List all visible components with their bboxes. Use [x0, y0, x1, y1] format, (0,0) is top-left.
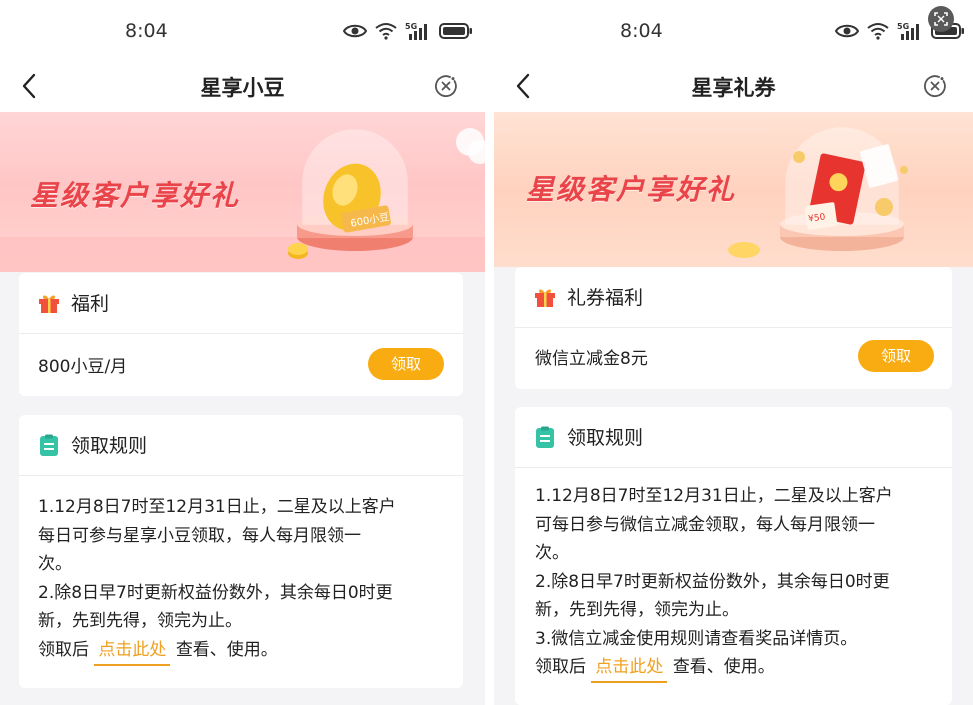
expand-icon: [934, 12, 948, 26]
benefit-card: 福利 800小豆/月 领取: [19, 273, 463, 396]
rules-card-title: 领取规则: [567, 427, 644, 449]
wifi-icon: [867, 23, 889, 40]
banner-headline: 星级客户享好礼: [526, 173, 737, 206]
claim-button[interactable]: 领取: [368, 348, 444, 380]
close-button[interactable]: [434, 74, 458, 98]
status-bar: 8:04 5G: [494, 0, 973, 62]
rule-line: 次。: [38, 554, 72, 574]
clipboard-icon: [40, 434, 58, 456]
screen-divider: [485, 0, 494, 705]
rule-line: 3.微信立减金使用规则请查看奖品详情页。: [535, 628, 858, 649]
page-title: 星享小豆: [200, 76, 285, 100]
rule-line: 可每日参与微信立减金领取，每人每月限领一: [535, 514, 875, 535]
page-title: 星享礼券: [691, 76, 776, 100]
rule-suffix: 查看、使用。: [175, 639, 278, 660]
rules-text: 1.12月8日7时至12月31日止，二星及以上客户 每日可参与星享小豆领取，每人…: [38, 493, 453, 666]
rule-line: 1.12月8日7时至12月31日止，二星及以上客户: [535, 486, 893, 506]
benefit-card-header: 礼券福利: [515, 267, 952, 328]
promo-banner: 600小豆 星级客户享好礼: [0, 112, 485, 272]
view-link[interactable]: 点击此处: [94, 639, 171, 666]
benefit-card-title: 礼券福利: [567, 287, 644, 309]
gift-icon: [535, 289, 555, 307]
promo-banner: ¥50 星级客户享好礼: [494, 112, 973, 267]
screenshot-toggle-button[interactable]: [928, 6, 954, 32]
rule-prefix: 领取后: [38, 639, 89, 660]
eye-icon: [343, 24, 367, 38]
gift-icon: [39, 295, 59, 313]
rule-line: 1.12月8日7时至12月31日止，二星及以上客户: [38, 497, 396, 517]
status-time: 8:04: [125, 20, 168, 42]
rules-card-header: 领取规则: [19, 415, 463, 476]
rule-line: 每日可参与星享小豆领取，每人每月限领一: [38, 525, 361, 546]
close-circle-icon: [435, 75, 457, 98]
rules-card: 领取规则 1.12月8日7时至12月31日止，二星及以上客户 可每日参与微信立减…: [515, 407, 952, 705]
claim-button[interactable]: 领取: [858, 340, 934, 372]
rule-prefix: 领取后: [535, 657, 586, 677]
rule-line: 新，先到先得，领完为止。: [38, 611, 242, 631]
benefit-card-header: 福利: [19, 273, 463, 334]
view-link[interactable]: 点击此处: [591, 657, 668, 683]
svg-text:5G: 5G: [405, 22, 417, 31]
clipboard-icon: [536, 426, 554, 448]
rules-text: 1.12月8日7时至12月31日止，二星及以上客户 可每日参与微信立减金领取，每…: [535, 482, 945, 683]
status-icons: 5G: [343, 20, 473, 42]
rules-card: 领取规则 1.12月8日7时至12月31日止，二星及以上客户 每日可参与星享小豆…: [19, 415, 463, 688]
rule-line: 新，先到先得，领完为止。: [535, 600, 739, 620]
wifi-icon: [375, 23, 397, 40]
close-circle-icon: [924, 75, 946, 98]
right-screen: 8:04 5G 星享礼券 ¥50 星级客户享好礼 礼券福利 微信立减金8元 领取…: [494, 0, 973, 705]
benefit-card-title: 福利: [71, 293, 110, 315]
banner-headline: 星级客户享好礼: [30, 179, 241, 212]
benefit-card: 礼券福利 微信立减金8元 领取: [515, 267, 952, 389]
eye-icon: [835, 24, 859, 38]
rule-link-line: 领取后 点击此处 查看、使用。: [38, 636, 453, 666]
status-bar: 8:04 5G: [0, 0, 485, 62]
nav-bar: 星享礼券: [494, 62, 973, 112]
rule-suffix: 查看、使用。: [672, 657, 775, 677]
nav-bar: 星享小豆: [0, 62, 485, 112]
left-screen: 8:04 5G 星享小豆 600小豆 星级客户享好礼 福利 800小豆/月 领取…: [0, 0, 485, 705]
signal-5g-icon: 5G: [405, 22, 427, 40]
battery-icon: [439, 23, 472, 39]
svg-text:5G: 5G: [897, 22, 909, 31]
benefit-item-text: 微信立减金8元: [535, 349, 648, 369]
benefit-item-text: 800小豆/月: [38, 357, 128, 377]
rules-card-title: 领取规则: [71, 435, 148, 457]
close-button[interactable]: [923, 74, 947, 98]
signal-5g-icon: 5G: [897, 22, 919, 40]
rule-line: 2.除8日早7时更新权益份数外，其余每日0时更: [535, 571, 890, 592]
status-time: 8:04: [620, 20, 663, 42]
rule-line: 2.除8日早7时更新权益份数外，其余每日0时更: [38, 582, 393, 603]
rules-card-header: 领取规则: [515, 407, 952, 468]
rule-link-line: 领取后 点击此处 查看、使用。: [535, 653, 945, 683]
rule-line: 次。: [535, 543, 569, 563]
screenshot-root: 8:04 5G 星享小豆 600小豆 星级客户享好礼 福利 800小豆/月 领取…: [0, 0, 973, 705]
